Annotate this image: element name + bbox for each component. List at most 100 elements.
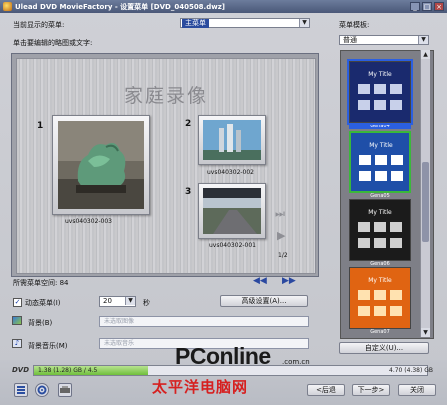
- menu-stage[interactable]: 家庭录像 1 uvs040302-003 2 uvs040302-002 3 u…: [16, 58, 316, 274]
- template-thumb-slot: [391, 171, 403, 181]
- page-indicator: 1/2: [278, 252, 288, 259]
- background-image-icon[interactable]: [12, 316, 22, 325]
- watermark-brand: PConline: [175, 343, 271, 369]
- template-category-select[interactable]: 普通 ▼: [339, 35, 429, 45]
- list-view-icon[interactable]: [14, 383, 28, 397]
- template-category-value: 普通: [343, 36, 357, 44]
- template-thumbnail: My Title: [359, 142, 403, 181]
- template-item[interactable]: My Title Gena05: [349, 131, 411, 199]
- motion-seconds-select[interactable]: 20 ▼: [99, 296, 136, 307]
- watermark-domain: .com.cn: [282, 358, 310, 366]
- template-thumb-title: My Title: [368, 71, 392, 78]
- background-label: 背景(B): [28, 319, 53, 327]
- template-thumb-title: My Title: [368, 209, 392, 216]
- settings-gear-icon[interactable]: [35, 383, 49, 397]
- template-item[interactable]: My Title Gena04: [347, 59, 413, 129]
- thumbnail-1[interactable]: [52, 115, 150, 215]
- motion-seconds-value: 20: [103, 297, 112, 305]
- scroll-thumb[interactable]: [422, 162, 429, 242]
- scroll-down-icon[interactable]: ▼: [421, 328, 430, 337]
- custom-template-button[interactable]: 自定义(U)...: [339, 342, 429, 354]
- disc-type-label: DVD: [12, 366, 30, 374]
- template-label: 菜单模板:: [339, 21, 370, 29]
- template-item[interactable]: My Title Gena06: [349, 199, 411, 267]
- template-thumb-slot: [390, 100, 402, 110]
- item-number-3: 3: [185, 187, 192, 197]
- chevron-down-icon: ▼: [125, 297, 135, 305]
- scroll-up-icon[interactable]: ▲: [421, 50, 430, 59]
- music-note-icon[interactable]: ♪: [12, 339, 22, 348]
- template-name: Gena04: [349, 123, 411, 129]
- thumbnail-1-caption[interactable]: uvs040302-003: [65, 218, 112, 225]
- template-thumb-slot: [390, 306, 402, 316]
- template-thumb-slot: [358, 222, 370, 232]
- item-number-1: 1: [37, 121, 44, 131]
- back-button[interactable]: <后退: [307, 384, 345, 396]
- template-thumb-slot: [358, 290, 370, 300]
- motion-menu-checkbox[interactable]: ✓: [13, 298, 22, 307]
- template-thumbnail: My Title: [358, 277, 402, 316]
- template-thumb-slot: [358, 238, 370, 248]
- current-menu-value: 主菜单: [182, 19, 209, 28]
- watermark-tagline: 太平洋电脑网: [152, 378, 249, 396]
- current-menu-label: 当前显示的菜单:: [13, 21, 65, 29]
- chevron-down-icon: ▼: [299, 19, 309, 27]
- disc-used-text: 1.38 (1.28) GB / 4.5: [38, 367, 98, 374]
- thumbnail-3-caption[interactable]: uvs040302-001: [209, 242, 256, 249]
- close-button[interactable]: 关闭: [398, 384, 436, 396]
- template-thumb-title: My Title: [369, 142, 393, 149]
- template-thumb-slot: [375, 155, 387, 165]
- template-thumb-slot: [374, 238, 386, 248]
- menu-preview: 家庭录像 1 uvs040302-003 2 uvs040302-002 3 u…: [11, 53, 319, 277]
- template-thumb-slot: [358, 100, 370, 110]
- template-thumb-slot: [358, 306, 370, 316]
- window-title: Ulead DVD MovieFactory - 设置菜单 [DVD_04050…: [15, 3, 225, 11]
- template-thumb-slot: [374, 100, 386, 110]
- title-bar: Ulead DVD MovieFactory - 设置菜单 [DVD_04050…: [0, 0, 447, 13]
- next-menu-icon[interactable]: ▶▶: [282, 276, 296, 286]
- thumbnail-2[interactable]: [198, 115, 266, 165]
- item-number-2: 2: [185, 119, 192, 129]
- template-thumb-slot: [390, 222, 402, 232]
- maximize-icon[interactable]: □: [422, 2, 432, 11]
- burn-disc-icon[interactable]: [58, 383, 72, 397]
- template-thumbnail: My Title: [358, 209, 402, 248]
- template-scrollbar[interactable]: ▲ ▼: [420, 50, 430, 337]
- edit-hint-label: 单击要编辑的略图或文字:: [13, 39, 93, 47]
- template-thumb-slot: [358, 84, 370, 94]
- app-logo-icon: [3, 2, 12, 11]
- template-thumb-title: My Title: [368, 277, 392, 284]
- template-name: Gena07: [370, 329, 390, 335]
- template-thumb-slot: [391, 155, 403, 165]
- template-thumb-slot: [374, 306, 386, 316]
- template-thumb-slot: [390, 290, 402, 300]
- current-menu-select[interactable]: 主菜单 ▼: [180, 18, 310, 28]
- play-icon[interactable]: ▶: [277, 229, 285, 242]
- prev-menu-icon[interactable]: ◀◀: [253, 276, 267, 286]
- road-image: [203, 188, 261, 234]
- thumbnail-3[interactable]: [198, 183, 266, 239]
- thumbnail-2-caption[interactable]: uvs040302-002: [207, 169, 254, 176]
- advanced-settings-button[interactable]: 高级设置(A)...: [220, 295, 308, 307]
- template-thumb-slot: [359, 171, 371, 181]
- bg-music-label: 背景音乐(M): [28, 342, 68, 350]
- minimize-icon[interactable]: _: [410, 2, 420, 11]
- dragon-statue-image: [58, 121, 144, 209]
- template-thumb-slot: [390, 84, 402, 94]
- close-window-icon[interactable]: ×: [434, 2, 444, 11]
- menu-space-label: 所需菜单空间: 84: [13, 279, 69, 287]
- template-thumb-slot: [359, 155, 371, 165]
- menu-title[interactable]: 家庭录像: [17, 81, 315, 108]
- next-button[interactable]: 下一步>: [352, 384, 390, 396]
- city-towers-image: [203, 120, 261, 160]
- template-thumb-slot: [374, 84, 386, 94]
- template-thumb-slot: [374, 222, 386, 232]
- motion-menu-label: 动态菜单(I): [25, 299, 61, 307]
- template-thumb-slot: [390, 238, 402, 248]
- template-item[interactable]: My Title Gena07: [349, 267, 411, 335]
- chevron-down-icon: ▼: [418, 36, 428, 44]
- background-field[interactable]: 未选取图像: [99, 316, 309, 327]
- template-thumbnail: My Title: [358, 71, 402, 110]
- next-page-icon[interactable]: ⏭: [275, 207, 285, 221]
- template-thumb-slot: [375, 171, 387, 181]
